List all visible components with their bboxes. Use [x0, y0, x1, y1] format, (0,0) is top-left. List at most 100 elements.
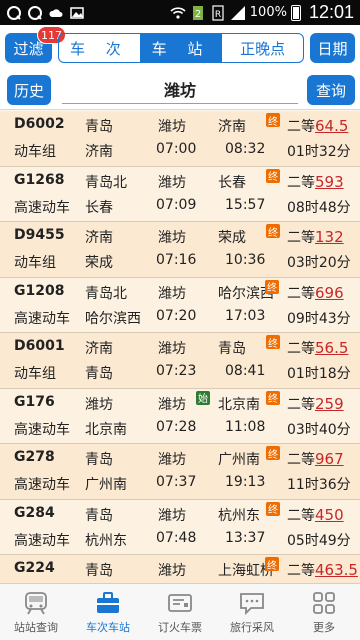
travel-duration: 05时49分 — [287, 532, 351, 549]
departure-time: 07:37 — [156, 474, 197, 490]
arrival-time: 19:13 — [225, 474, 266, 490]
terminal-station: 北京南 — [85, 421, 127, 438]
train-row[interactable]: D6002 青岛 潍坊 济南 动车组 济南 07:00 08:32 01时32分 二等64.5 终 — [0, 111, 360, 167]
ticket-price-link[interactable]: 696 — [315, 284, 344, 302]
departure-station: 青岛 — [85, 507, 113, 524]
tab-label: 更多 — [313, 621, 335, 634]
destination-station: 荣成 — [218, 230, 246, 246]
tab-travel[interactable]: 旅行采风 — [216, 584, 288, 640]
tab-book-ticket[interactable]: 订火车票 — [144, 584, 216, 640]
price-info: 二等696 — [287, 283, 344, 303]
train-row[interactable]: G284 青岛 潍坊 杭州东 高速动车 杭州东 07:48 13:37 05时49分 二等450 终 — [0, 499, 360, 555]
destination-station: 长春 — [218, 174, 246, 191]
departure-station: 济南 — [85, 230, 113, 246]
query-station: 潍坊 — [158, 341, 186, 357]
station-input[interactable]: 潍坊 — [62, 74, 298, 104]
ticket-price-link[interactable]: 463.5 — [315, 561, 358, 579]
departure-time: 07:00 — [156, 141, 197, 157]
bottom-tab-bar: 站站查询 车次车站 订火车票 旅行采风 更多 — [0, 583, 360, 640]
train-type: 高速动车 — [14, 477, 70, 493]
train-row[interactable]: G176 潍坊 潍坊 北京南 高速动车 北京南 07:28 11:08 03时40分 二等259 终… — [0, 388, 360, 444]
ticket-price-link[interactable]: 259 — [315, 395, 344, 413]
query-station: 潍坊 — [158, 563, 186, 579]
arrival-time: 08:41 — [225, 363, 266, 379]
query-station: 潍坊 — [158, 507, 186, 524]
train-code: D6001 — [14, 338, 65, 354]
query-station: 潍坊 — [158, 452, 186, 468]
terminal-station: 长春 — [85, 199, 113, 216]
arrival-time: 10:36 — [225, 252, 266, 268]
ticket-price-link[interactable]: 593 — [315, 173, 344, 191]
travel-duration: 11时36分 — [287, 477, 351, 493]
query-station: 潍坊 — [158, 396, 186, 413]
date-button[interactable]: 日期 — [310, 33, 355, 63]
train-row[interactable]: G224 青岛 潍坊 上海虹桥 二等463.5 终 — [0, 555, 360, 583]
departure-station: 青岛北 — [85, 285, 127, 302]
ticket-icon — [168, 594, 192, 612]
history-button[interactable]: 历史 — [7, 75, 51, 105]
ticket-price-link[interactable]: 450 — [315, 506, 344, 524]
tab-train-number[interactable]: 车 次 — [59, 34, 141, 62]
tab-punctuality[interactable]: 正晚点 — [222, 34, 303, 62]
train-row[interactable]: D9455 济南 潍坊 荣成 动车组 荣成 07:16 10:36 03时20分 二等132 终 — [0, 222, 360, 278]
arrival-time: 08:32 — [225, 141, 266, 157]
ticket-price-link[interactable]: 132 — [315, 228, 344, 246]
query-button[interactable]: 查询 — [307, 75, 355, 105]
clock: 12:01 — [308, 2, 354, 22]
sim-r-icon: R — [212, 4, 224, 21]
departure-station: 青岛 — [85, 563, 113, 579]
terminal-badge: 终 — [266, 335, 280, 350]
departure-station: 青岛 — [85, 452, 113, 468]
tab-label: 站站查询 — [14, 621, 58, 634]
ticket-price-link[interactable]: 56.5 — [315, 339, 348, 357]
price-info: 二等463.5 — [287, 560, 358, 580]
query-station: 潍坊 — [158, 174, 186, 191]
tab-train-station[interactable]: 车次车站 — [72, 584, 144, 640]
seat-class: 二等 — [287, 174, 315, 191]
departure-station: 青岛 — [85, 119, 113, 135]
grid-icon — [313, 592, 335, 614]
price-info: 二等450 — [287, 505, 344, 525]
departure-time: 07:48 — [156, 529, 197, 546]
svg-text:R: R — [215, 10, 221, 20]
price-info: 二等64.5 — [287, 116, 348, 136]
terminal-badge: 终 — [265, 557, 279, 572]
train-code: D6002 — [14, 116, 65, 132]
departure-time: 07:09 — [156, 196, 197, 213]
train-type: 动车组 — [14, 366, 56, 382]
terminal-badge: 终 — [266, 390, 280, 405]
train-code: G1208 — [14, 282, 65, 299]
tab-station-to-station[interactable]: 站站查询 — [0, 584, 72, 640]
tab-label: 旅行采风 — [230, 621, 274, 634]
travel-duration: 01时32分 — [287, 144, 351, 160]
terminal-badge: 终 — [266, 446, 280, 461]
image-icon — [70, 6, 84, 19]
train-type: 动车组 — [14, 144, 56, 160]
train-type: 高速动车 — [14, 532, 70, 549]
sim-2-icon: 2 — [192, 5, 203, 20]
train-row[interactable]: G1208 青岛北 潍坊 哈尔滨西 高速动车 哈尔滨西 07:20 17:03 09时43分 二等… — [0, 277, 360, 333]
chat-bubble-icon — [240, 593, 264, 616]
terminal-badge: 终 — [266, 501, 280, 516]
terminal-station: 广州南 — [85, 477, 127, 493]
arrival-time: 11:08 — [225, 418, 266, 435]
tab-station[interactable]: 车 站 — [140, 34, 223, 62]
signal-icon — [230, 5, 245, 20]
seat-class: 二等 — [287, 119, 315, 135]
terminal-badge: 终 — [266, 113, 280, 128]
tab-more[interactable]: 更多 — [288, 584, 360, 640]
ticket-price-link[interactable]: 967 — [315, 450, 344, 468]
train-row[interactable]: G1268 青岛北 潍坊 长春 高速动车 长春 07:09 15:57 08时48分 二等593 终 — [0, 166, 360, 222]
seat-class: 二等 — [287, 341, 315, 357]
arrival-time: 15:57 — [225, 196, 266, 213]
battery-percent: 100% — [249, 5, 287, 20]
arrival-time: 13:37 — [225, 529, 266, 546]
train-code: G176 — [14, 393, 55, 410]
arrival-time: 17:03 — [225, 307, 266, 324]
train-row[interactable]: G278 青岛 潍坊 广州南 高速动车 广州南 07:37 19:13 11时36分 二等967 终 — [0, 444, 360, 500]
ticket-price-link[interactable]: 64.5 — [315, 117, 348, 135]
train-row[interactable]: D6001 济南 潍坊 青岛 动车组 青岛 07:23 08:41 01时18分 二等56.5 终 — [0, 333, 360, 389]
terminal-badge: 终 — [266, 224, 280, 239]
query-station: 潍坊 — [158, 119, 186, 135]
travel-duration: 03时20分 — [287, 255, 351, 271]
